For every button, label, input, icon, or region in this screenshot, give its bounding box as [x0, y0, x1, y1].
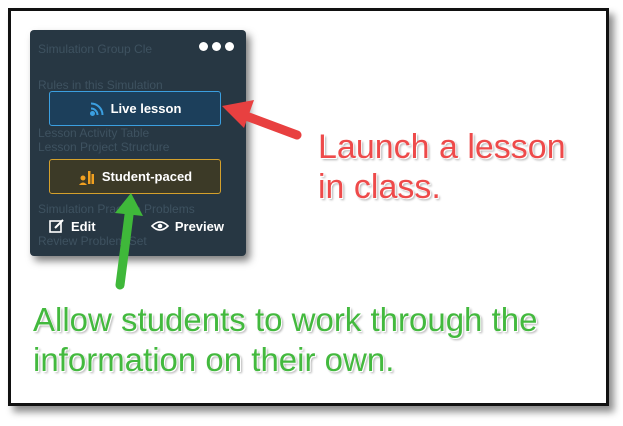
card-actions: Edit Preview: [49, 218, 224, 234]
edit-button[interactable]: Edit: [49, 218, 96, 234]
student-paced-label: Student-paced: [101, 169, 193, 184]
launch-annotation: Launch a lesson in class.: [318, 128, 566, 206]
dot: [199, 42, 208, 51]
dot: [212, 42, 221, 51]
lesson-card: Simulation Group Cle Rules in this Simul…: [30, 30, 246, 256]
card-background-text: Lesson Project Structure: [38, 140, 170, 154]
broadcast-icon: [89, 102, 104, 116]
eye-icon: [150, 221, 169, 231]
card-background-text: Simulation Practice Problems: [38, 202, 195, 216]
card-background-text: Lesson Activity Table: [38, 126, 150, 140]
dot: [225, 42, 234, 51]
allow-annotation: Allow students to work through the infor…: [33, 301, 538, 378]
student-paced-button[interactable]: Student-paced: [49, 159, 221, 194]
preview-button[interactable]: Preview: [150, 218, 224, 234]
card-background-text: Rules in this Simulation: [38, 78, 163, 92]
edit-icon: [49, 219, 64, 233]
live-lesson-label: Live lesson: [110, 101, 182, 116]
more-options-icon[interactable]: [199, 42, 234, 51]
student-icon: [78, 170, 94, 185]
card-background-text: Review Problem Set: [38, 234, 147, 248]
edit-label: Edit: [71, 218, 96, 234]
preview-label: Preview: [174, 218, 224, 234]
card-background-text: Simulation Group Cle: [38, 42, 153, 56]
live-lesson-button[interactable]: Live lesson: [49, 91, 221, 126]
